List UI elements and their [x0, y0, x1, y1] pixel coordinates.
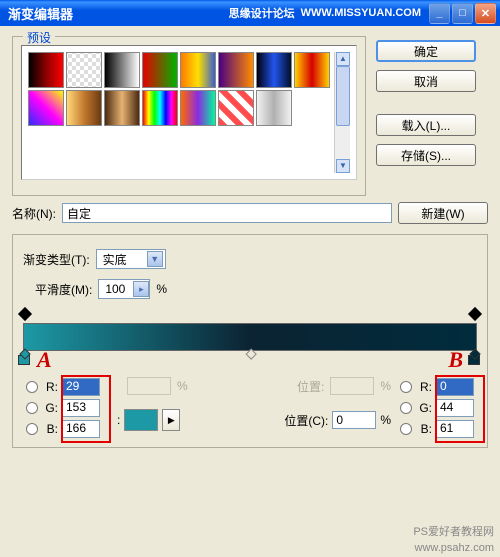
r-value-left[interactable]: 29 [62, 378, 100, 396]
position1-label: 位置: [297, 378, 324, 395]
position2-pct: % [380, 413, 391, 427]
gradient-bar-area: A B [23, 309, 477, 367]
color-colon: : [117, 413, 120, 427]
presets-scroll: ▲ ▼ [21, 45, 357, 180]
preset-swatch[interactable] [66, 52, 102, 88]
opacity-stop-right[interactable] [469, 309, 481, 323]
gradient-type-value: 实底 [103, 251, 127, 268]
preset-swatch[interactable] [218, 90, 254, 126]
opacity-value [127, 377, 171, 395]
preset-swatch[interactable] [256, 52, 292, 88]
scrollbar[interactable]: ▲ ▼ [334, 52, 350, 173]
preset-swatch[interactable] [218, 52, 254, 88]
scroll-up-icon[interactable]: ▲ [336, 52, 350, 66]
preset-swatch[interactable] [104, 90, 140, 126]
name-input[interactable] [62, 203, 392, 223]
smoothness-pct: % [156, 282, 167, 296]
load-button[interactable]: 载入(L)... [376, 114, 476, 136]
b-radio-left[interactable] [26, 423, 38, 435]
preset-swatch[interactable] [180, 52, 216, 88]
gradient-type-label: 渐变类型(T): [23, 251, 90, 268]
r-label-right: R: [416, 380, 432, 394]
preset-swatch[interactable] [294, 52, 330, 88]
save-button[interactable]: 存储(S)... [376, 144, 476, 166]
b-radio-right[interactable] [400, 423, 412, 435]
preset-swatch[interactable] [142, 90, 178, 126]
preset-swatch[interactable] [28, 52, 64, 88]
gradient-fieldset: 渐变类型(T): 实底 ▼ 平滑度(M): 100 ▸ % A B [12, 234, 488, 448]
marker-b: B [448, 347, 463, 373]
b-value-right[interactable]: 61 [436, 420, 474, 438]
maximize-button[interactable]: □ [452, 3, 473, 24]
cancel-button[interactable]: 取消 [376, 70, 476, 92]
g-label-right: G: [416, 401, 432, 415]
b-label-right: B: [416, 422, 432, 436]
preset-swatch[interactable] [256, 90, 292, 126]
r-value-right[interactable]: 0 [436, 378, 474, 396]
scroll-down-icon[interactable]: ▼ [336, 159, 350, 173]
preset-swatch[interactable] [180, 90, 216, 126]
r-label-left: R: [42, 380, 58, 394]
presets-grid [28, 52, 330, 173]
titlebar: 渐变编辑器 思缘设计论坛 WWW.MISSYUAN.COM _ □ ✕ [0, 0, 500, 26]
name-label: 名称(N): [12, 205, 56, 222]
ok-button[interactable]: 确定 [376, 40, 476, 62]
b-value-left[interactable]: 166 [62, 420, 100, 438]
new-button[interactable]: 新建(W) [398, 202, 488, 224]
position2-label: 位置(C): [284, 412, 328, 429]
preset-swatch[interactable] [28, 90, 64, 126]
chevron-right-icon: ▸ [133, 281, 149, 297]
marker-a: A [37, 347, 52, 373]
watermark-text: 思缘设计论坛 [229, 5, 295, 21]
preset-swatch[interactable] [66, 90, 102, 126]
g-radio-left[interactable] [26, 402, 38, 414]
color-stop-right[interactable] [468, 351, 482, 367]
presets-fieldset: 预设 ▲ ▼ [12, 36, 366, 196]
color-swatch-button[interactable] [124, 409, 158, 431]
g-label-left: G: [42, 401, 58, 415]
preset-swatch[interactable] [142, 52, 178, 88]
smoothness-label: 平滑度(M): [35, 281, 92, 298]
g-value-left[interactable]: 153 [62, 399, 100, 417]
position1-value [330, 377, 374, 395]
r-radio-left[interactable] [26, 381, 38, 393]
footer-text: PS爱好者教程网 [413, 523, 494, 539]
watermark-url: WWW.MISSYUAN.COM [301, 7, 421, 19]
g-radio-right[interactable] [400, 402, 412, 414]
footer-url: www.psahz.com [415, 542, 494, 554]
color-stop-left[interactable] [18, 351, 32, 367]
close-button[interactable]: ✕ [475, 3, 496, 24]
smoothness-input[interactable]: 100 ▸ [98, 279, 150, 299]
preset-swatch[interactable] [104, 52, 140, 88]
position1-pct: % [380, 379, 391, 393]
presets-legend: 预设 [23, 29, 55, 46]
gradient-type-select[interactable]: 实底 ▼ [96, 249, 166, 269]
opacity-stop-left[interactable] [19, 309, 31, 323]
position2-value[interactable] [332, 411, 376, 429]
scroll-thumb[interactable] [336, 66, 350, 126]
r-radio-right[interactable] [400, 381, 412, 393]
color-picker-arrow[interactable]: ▶ [162, 409, 180, 431]
minimize-button[interactable]: _ [429, 3, 450, 24]
opacity-pct: % [177, 379, 188, 393]
b-label-left: B: [42, 422, 58, 436]
window-title: 渐变编辑器 [8, 4, 229, 23]
gradient-bar[interactable] [23, 323, 477, 351]
smoothness-value: 100 [105, 282, 125, 296]
g-value-right[interactable]: 44 [436, 399, 474, 417]
chevron-down-icon: ▼ [147, 251, 163, 267]
